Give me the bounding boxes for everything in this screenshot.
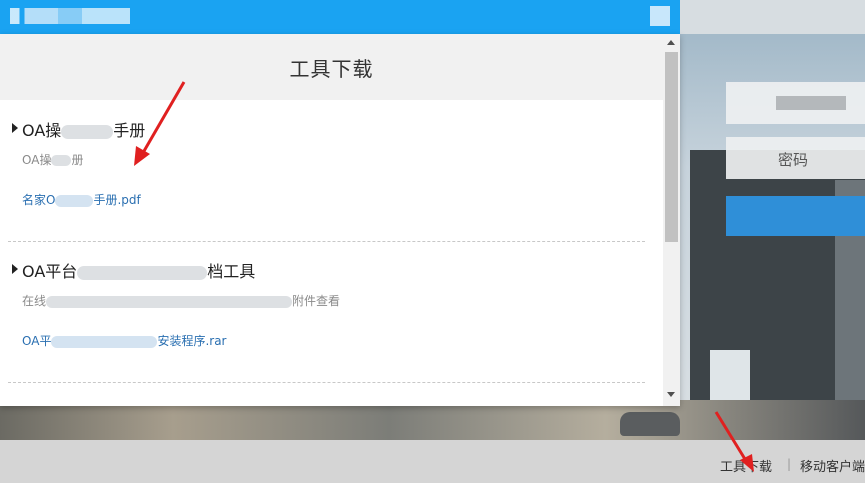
redacted-text [51, 155, 72, 166]
username-placeholder-blur [776, 96, 846, 110]
scroll-up-arrow-icon[interactable] [667, 40, 675, 45]
expand-triangle-icon[interactable] [12, 123, 18, 133]
download-item-header[interactable]: OA操 手册 [8, 117, 645, 140]
modal-scrollbar[interactable] [663, 34, 680, 406]
topbar-background-extension [680, 0, 865, 34]
footer-bar: 工具下载 | 移动客户端 [0, 440, 865, 483]
download-file-link[interactable]: 名家O 手册.pdf [22, 191, 141, 208]
topbar-icon[interactable] [650, 6, 670, 26]
download-item-description: OA操册 [22, 153, 84, 167]
item-divider [8, 241, 645, 242]
modal-content[interactable]: OA操 手册 OA操册 名家O 手册.pdf OA平台 档工具 在线 附件查看 OA平安… [0, 100, 663, 406]
modal-header: 工具下载 [0, 34, 663, 100]
password-field[interactable]: 密码 [726, 137, 865, 179]
download-item-header[interactable]: OA平台 档工具 [8, 258, 645, 281]
expand-triangle-icon[interactable] [12, 264, 18, 274]
scroll-down-arrow-icon[interactable] [667, 392, 675, 397]
download-item-title: OA操 手册 [22, 121, 146, 140]
password-placeholder: 密码 [778, 151, 809, 169]
redacted-text [51, 335, 158, 348]
tool-download-modal: 工具下载 OA操 手册 OA操册 名家O 手册.pdf OA平台 档工具 在线 附件查看… [0, 34, 680, 406]
modal-title: 工具下载 [289, 57, 374, 81]
redacted-text [46, 295, 293, 308]
username-field[interactable] [726, 82, 865, 124]
redacted-text [77, 265, 208, 280]
background-ground [0, 400, 865, 440]
download-item: OA操 手册 OA操册 名家O 手册.pdf [8, 117, 645, 242]
mobile-client-link[interactable]: 移动客户端 [800, 456, 865, 475]
top-bar [0, 0, 680, 34]
site-logo[interactable] [10, 8, 130, 24]
download-item-description: 在线 附件查看 [22, 294, 341, 308]
login-button[interactable] [726, 196, 865, 236]
download-item-title: OA平台 档工具 [22, 262, 256, 281]
redacted-text [61, 124, 114, 139]
background-car [620, 412, 680, 436]
scrollbar-thumb[interactable] [665, 52, 678, 242]
footer-separator: | [787, 457, 792, 471]
login-panel: 密码 [726, 70, 865, 350]
redacted-text [55, 194, 94, 207]
tool-download-link[interactable]: 工具下载 [720, 456, 772, 475]
download-file-link[interactable]: OA平 安装程序.rar [22, 332, 227, 349]
download-item: OA平台 档工具 在线 附件查看 OA平 安装程序.rar [8, 258, 645, 383]
item-divider [8, 382, 645, 383]
